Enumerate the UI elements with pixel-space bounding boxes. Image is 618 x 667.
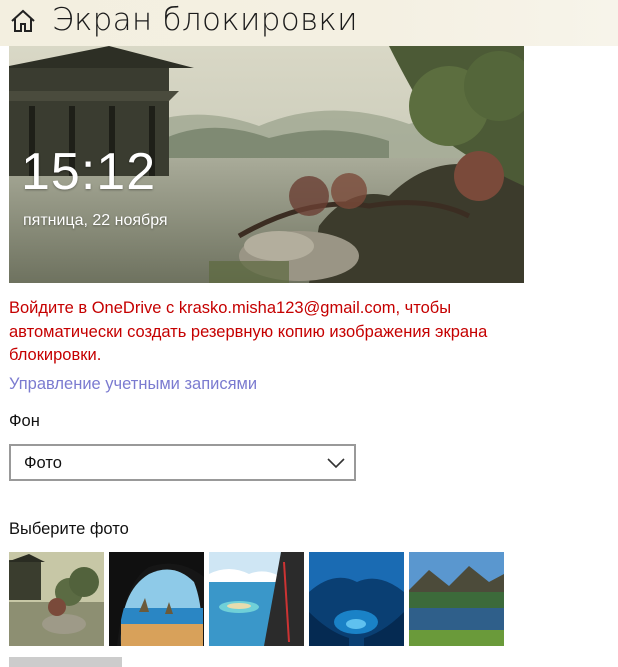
choose-photo-label: Выберите фото [9,520,129,538]
home-icon[interactable] [10,9,36,33]
background-dropdown[interactable]: Фото [9,444,356,481]
photo-thumbnail-aerial-sea[interactable] [209,552,304,646]
photo-thumbnail-ice-cave[interactable] [309,552,404,646]
lock-date: пятница, 22 ноября [23,212,168,229]
photo-thumbnail-pagoda-lake[interactable] [9,552,104,646]
lock-time: 15:12 [21,143,157,201]
background-dropdown-value: Фото [24,454,62,472]
onedrive-warning: Войдите в OneDrive с krasko.misha123@gma… [9,299,488,364]
chevron-down-icon [327,458,345,469]
photo-thumbnail-cave-beach[interactable] [109,552,204,646]
photo-thumbnail-mountain-lake[interactable] [409,552,504,646]
manage-accounts-link[interactable]: Управление учетными записями [9,375,257,394]
page-header: Экран блокировки [0,0,618,46]
background-label: Фон [9,412,40,430]
page-title: Экран блокировки [52,2,358,38]
lock-screen-preview: 15:12 пятница, 22 ноября [9,46,524,283]
browse-button[interactable] [9,657,122,667]
